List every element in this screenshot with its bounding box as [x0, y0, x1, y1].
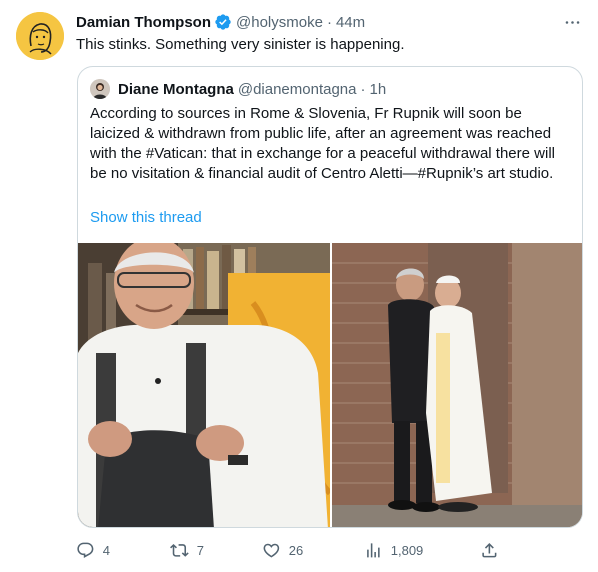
more-icon[interactable]: [562, 12, 582, 32]
tweet[interactable]: Damian Thompson @holysmoke · 44m This st…: [0, 0, 598, 572]
view-count: 1,809: [390, 542, 424, 558]
reply-count: 4: [102, 542, 110, 558]
separator-dot: ·: [360, 80, 366, 98]
share-button[interactable]: [480, 540, 499, 560]
quoted-author-name: Diane Montagna: [118, 80, 234, 98]
like-count: 26: [288, 542, 304, 558]
retweet-icon: [170, 543, 189, 557]
avatar[interactable]: [16, 12, 64, 60]
timestamp[interactable]: 44m: [336, 14, 365, 31]
author-handle[interactable]: @holysmoke: [236, 14, 323, 31]
photo-priest-portrait[interactable]: [78, 243, 330, 527]
reply-icon: [77, 542, 94, 558]
reply-button[interactable]: 4: [76, 540, 110, 560]
quoted-timestamp: 1h: [369, 80, 387, 98]
tweet-text: This stinks. Something very sinister is …: [76, 36, 405, 53]
like-button[interactable]: 26: [262, 540, 303, 560]
show-thread-link[interactable]: Show this thread: [90, 208, 202, 228]
quoted-tweet[interactable]: Diane Montagna @dianemontagna · 1h Accor…: [77, 66, 583, 528]
verified-badge-icon: [214, 13, 232, 31]
quoted-avatar: [90, 79, 110, 99]
tweet-actions: 4 7 26 1,809: [76, 540, 506, 560]
retweet-count: 7: [196, 542, 204, 558]
photo-priest-with-pope[interactable]: [332, 243, 582, 527]
quoted-tweet-header: Diane Montagna @dianemontagna · 1h: [90, 79, 386, 99]
views-chart-icon: [367, 542, 380, 558]
quoted-author-handle: @dianemontagna: [237, 80, 357, 98]
heart-icon: [263, 543, 280, 558]
quoted-tweet-text: According to sources in Rome & Slovenia,…: [90, 105, 555, 182]
media-grid: [78, 243, 582, 527]
separator-dot: ·: [326, 13, 332, 31]
views-button[interactable]: 1,809: [364, 540, 423, 560]
tweet-header: Damian Thompson @holysmoke · 44m: [76, 12, 365, 32]
author-name[interactable]: Damian Thompson: [76, 14, 211, 31]
retweet-button[interactable]: 7: [170, 540, 204, 560]
share-icon: [482, 542, 497, 558]
